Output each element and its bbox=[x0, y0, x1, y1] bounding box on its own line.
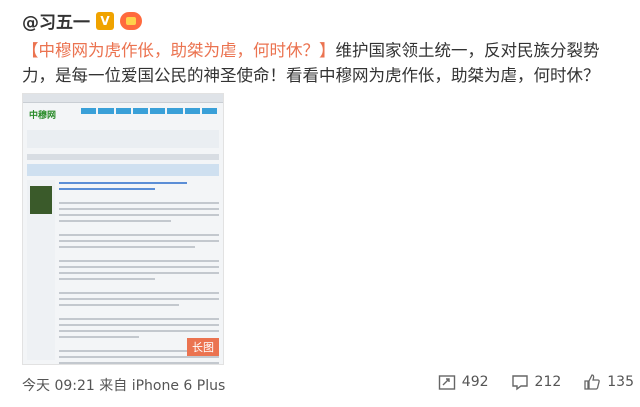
comment-button[interactable]: 212 bbox=[511, 373, 562, 391]
screenshot-site-logo: 中穆网 bbox=[29, 111, 57, 121]
like-count: 135 bbox=[607, 374, 634, 390]
like-button[interactable]: 135 bbox=[583, 373, 634, 391]
username[interactable]: @习五一 bbox=[22, 8, 90, 33]
verified-badge-icon: V bbox=[96, 11, 114, 30]
comment-icon bbox=[511, 373, 529, 391]
post-meta: 今天 09:21 来自 iPhone 6 Plus bbox=[22, 375, 225, 395]
long-image-thumbnail[interactable]: 中穆网 长图 bbox=[22, 93, 224, 365]
screenshot-avatar bbox=[30, 186, 52, 214]
repost-icon bbox=[438, 373, 456, 391]
screenshot-thread-title bbox=[27, 164, 219, 176]
like-icon bbox=[583, 373, 601, 391]
post-source: 来自 iPhone 6 Plus bbox=[99, 378, 226, 394]
screenshot-browser-bar bbox=[23, 94, 223, 103]
post-header: @习五一 V bbox=[22, 8, 142, 33]
post-time[interactable]: 今天 09:21 bbox=[22, 378, 95, 394]
member-icon bbox=[120, 11, 142, 30]
post-text: 【中穆网为虎作伥，助桀为虐，何时休？】维护国家领土统一，反对民族分裂势力，是每一… bbox=[22, 38, 632, 88]
repost-count: 492 bbox=[461, 374, 489, 390]
long-image-badge: 长图 bbox=[187, 338, 219, 356]
topic-link[interactable]: 【中穆网为虎作伥，助桀为虐，何时休？】 bbox=[22, 41, 336, 60]
screenshot-breadcrumb bbox=[27, 154, 219, 160]
screenshot-subnav bbox=[27, 130, 219, 148]
action-bar: 492 212 135 bbox=[438, 373, 634, 391]
repost-button[interactable]: 492 bbox=[438, 373, 489, 391]
comment-count: 212 bbox=[534, 374, 562, 390]
screenshot-nav bbox=[81, 108, 217, 124]
